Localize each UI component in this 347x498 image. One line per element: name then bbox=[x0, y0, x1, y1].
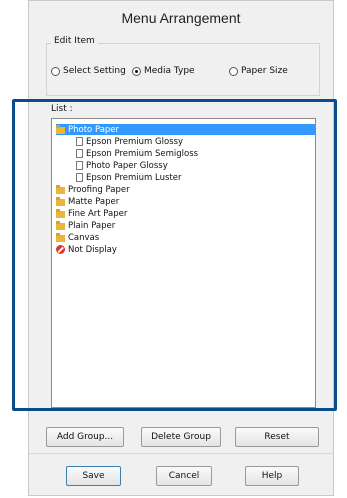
add-group-button[interactable]: Add Group... bbox=[46, 427, 124, 447]
radio-circle-icon bbox=[51, 66, 60, 76]
radio-select-setting[interactable]: Select Setting bbox=[51, 66, 126, 76]
edit-item-label: Edit Item bbox=[51, 36, 98, 46]
reset-button[interactable]: Reset bbox=[235, 427, 319, 447]
radio-media-type[interactable]: Media Type bbox=[132, 66, 195, 76]
save-button[interactable]: Save bbox=[66, 466, 121, 486]
help-button[interactable]: Help bbox=[245, 466, 299, 486]
cancel-button[interactable]: Cancel bbox=[156, 466, 212, 486]
delete-group-button[interactable]: Delete Group bbox=[141, 427, 221, 447]
dialog-title: Menu Arrangement bbox=[121, 10, 241, 26]
radio-circle-selected-icon bbox=[132, 66, 141, 76]
radio-paper-size[interactable]: Paper Size bbox=[229, 66, 288, 76]
list-highlight-frame bbox=[12, 99, 337, 411]
separator bbox=[29, 453, 333, 454]
radio-circle-icon bbox=[229, 66, 238, 76]
